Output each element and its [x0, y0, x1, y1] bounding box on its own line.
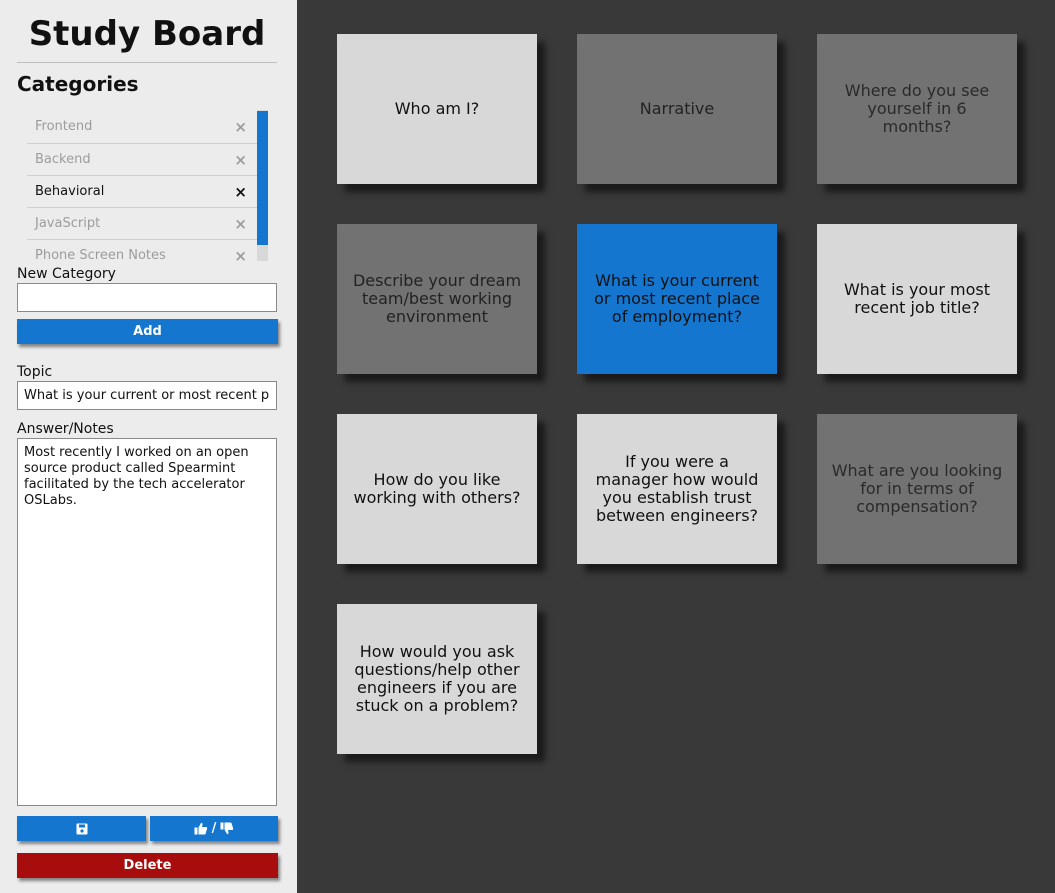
category-label: Behavioral: [35, 184, 105, 199]
topic-board: Who am I? Narrative Where do you see you…: [297, 0, 1055, 893]
new-category-input[interactable]: [17, 283, 277, 312]
remove-icon[interactable]: ×: [234, 151, 247, 169]
thumbs-up-icon: [194, 822, 207, 835]
category-item-javascript[interactable]: JavaScript ×: [27, 208, 257, 240]
sidebar: Study Board Categories Frontend × Backen…: [0, 0, 297, 893]
topic-card-selected[interactable]: What is your current or most recent plac…: [577, 224, 777, 374]
category-item-backend[interactable]: Backend ×: [27, 144, 257, 176]
new-category-label: New Category: [17, 266, 116, 282]
card-text: How would you ask questions/help other e…: [354, 642, 520, 715]
category-label: Frontend: [35, 119, 93, 134]
topic-card[interactable]: How do you like working with others?: [337, 414, 537, 564]
remove-icon[interactable]: ×: [234, 215, 247, 233]
topic-input[interactable]: [17, 381, 277, 410]
remove-icon[interactable]: ×: [234, 118, 247, 136]
topic-card[interactable]: Who am I?: [337, 34, 537, 184]
category-label: Phone Screen Notes: [35, 248, 166, 261]
answer-label: Answer/Notes: [17, 421, 114, 437]
app-title: Study Board: [17, 0, 277, 63]
category-label: Backend: [35, 152, 91, 167]
card-text: What are you looking for in terms of com…: [831, 461, 1003, 516]
category-item-behavioral[interactable]: Behavioral ×: [27, 176, 257, 208]
card-text: How do you like working with others?: [353, 470, 521, 507]
card-text: Describe your dream team/best working en…: [352, 271, 522, 326]
remove-icon[interactable]: ×: [234, 247, 247, 262]
category-scrollbar[interactable]: [257, 110, 268, 261]
scrollbar-thumb[interactable]: [257, 111, 268, 245]
card-text: What is your current or most recent plac…: [594, 271, 760, 326]
save-button[interactable]: [17, 816, 146, 841]
category-list[interactable]: Frontend × Backend × Behavioral × JavaSc…: [27, 110, 268, 261]
card-text: Who am I?: [394, 99, 480, 118]
card-text: Where do you see yourself in 6 months?: [844, 81, 990, 136]
topic-label: Topic: [17, 364, 53, 380]
categories-heading: Categories: [17, 72, 139, 96]
category-item-frontend[interactable]: Frontend ×: [27, 110, 257, 144]
topic-card[interactable]: If you were a manager how would you esta…: [577, 414, 777, 564]
delete-button[interactable]: Delete: [17, 853, 278, 878]
topic-card[interactable]: What is your most recent job title?: [817, 224, 1017, 374]
card-text: Narrative: [639, 99, 715, 118]
vote-separator: /: [211, 821, 217, 836]
topic-card[interactable]: Where do you see yourself in 6 months?: [817, 34, 1017, 184]
floppy-disk-icon: [76, 823, 87, 834]
answer-notes-textarea[interactable]: Most recently I worked on an open source…: [17, 438, 277, 806]
topic-card[interactable]: Narrative: [577, 34, 777, 184]
add-category-button[interactable]: Add: [17, 319, 278, 344]
category-label: JavaScript: [35, 216, 101, 231]
card-text: What is your most recent job title?: [843, 280, 991, 317]
topic-card[interactable]: How would you ask questions/help other e…: [337, 604, 537, 754]
remove-icon[interactable]: ×: [234, 183, 247, 201]
topic-card[interactable]: Describe your dream team/best working en…: [337, 224, 537, 374]
vote-button[interactable]: /: [150, 816, 278, 841]
topic-card[interactable]: What are you looking for in terms of com…: [817, 414, 1017, 564]
thumbs-down-icon: [220, 822, 234, 835]
category-item-phone-screen-notes[interactable]: Phone Screen Notes ×: [27, 240, 257, 262]
card-text: If you were a manager how would you esta…: [595, 452, 759, 525]
